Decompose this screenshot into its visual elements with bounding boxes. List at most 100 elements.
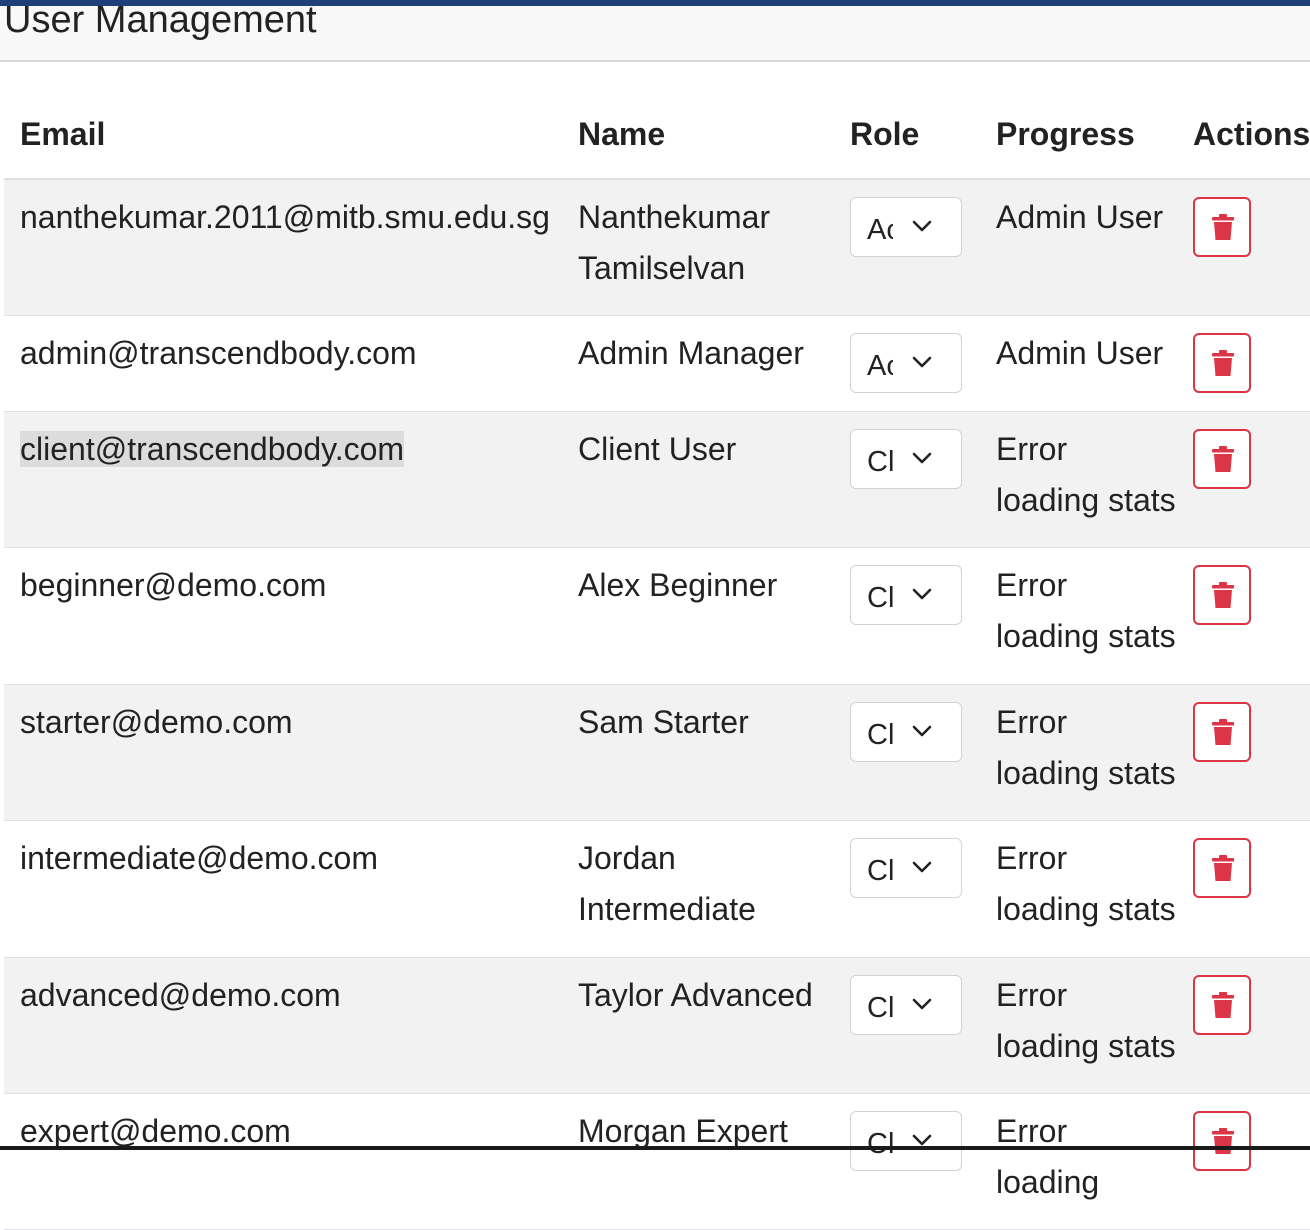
user-name: Client User [578, 430, 737, 467]
user-role-cell: Cl [834, 547, 980, 685]
user-name: Admin Manager [578, 334, 804, 371]
role-select-value: Cl [867, 1127, 893, 1160]
role-select[interactable]: Cl [850, 1110, 962, 1171]
user-name: Jordan Intermediate [578, 839, 756, 927]
user-name-cell: Alex Beginner [562, 547, 834, 685]
column-header-progress: Progress [980, 90, 1177, 180]
user-role-cell: Ac [834, 315, 980, 412]
users-table: Email Name Role Progress Actions nanthek… [4, 90, 1310, 1230]
delete-user-button[interactable] [1193, 197, 1251, 257]
delete-user-button[interactable] [1193, 1110, 1251, 1171]
chevron-down-icon [912, 998, 932, 1009]
user-actions-cell [1177, 315, 1310, 412]
table-row: beginner@demo.com Alex Beginner Cl Error… [4, 547, 1310, 685]
user-progress-cell: Error loading stats [980, 411, 1177, 548]
user-actions-cell [1177, 684, 1310, 821]
chevron-down-icon [912, 452, 932, 463]
user-email-cell: beginner@demo.com [4, 547, 562, 685]
table-row: starter@demo.com Sam Starter Cl Error lo… [4, 684, 1310, 821]
role-select-value: Ac [867, 214, 893, 246]
user-progress-cell: Error loading stats [980, 820, 1177, 958]
delete-user-button[interactable] [1193, 428, 1251, 489]
table-row: nanthekumar.2011@mitb.smu.edu.sg Nanthek… [4, 179, 1310, 316]
user-name-cell: Client User [562, 411, 834, 548]
role-select[interactable]: Cl [850, 564, 962, 625]
role-select-value: Cl [867, 991, 893, 1024]
user-progress-cell: Error loading [980, 1093, 1177, 1230]
table-row: client@transcendbody.com Client User Cl … [4, 411, 1310, 548]
delete-user-button[interactable] [1193, 564, 1251, 625]
user-name: Sam Starter [578, 703, 749, 740]
user-name-cell: Sam Starter [562, 684, 834, 821]
user-email-cell: expert@demo.com [4, 1093, 562, 1230]
user-actions-cell [1177, 1093, 1310, 1230]
role-select[interactable]: Ac [850, 332, 962, 393]
user-role-cell: Cl [834, 820, 980, 958]
trash-icon [1212, 349, 1234, 376]
user-email[interactable]: advanced@demo.com [20, 970, 562, 1021]
column-header-actions: Actions [1177, 90, 1310, 180]
user-email[interactable]: starter@demo.com [20, 697, 562, 748]
user-name-cell: Morgan Expert [562, 1093, 834, 1230]
table-row: expert@demo.com Morgan Expert Cl Error l… [4, 1093, 1310, 1230]
user-progress-cell: Error loading stats [980, 957, 1177, 1094]
chevron-down-icon [912, 725, 932, 736]
user-progress: Error loading stats [996, 430, 1176, 518]
chevron-down-icon [912, 356, 932, 367]
role-select[interactable]: Cl [850, 701, 962, 762]
user-email[interactable]: nanthekumar.2011@mitb.smu.edu.sg [20, 192, 562, 243]
page-header: User Management [0, 0, 1310, 62]
role-select-value: Cl [867, 718, 893, 751]
user-role-cell: Cl [834, 957, 980, 1094]
bottom-edge-rule [0, 1146, 1310, 1150]
user-name: Alex Beginner [578, 566, 778, 603]
table-row: advanced@demo.com Taylor Advanced Cl Err… [4, 957, 1310, 1094]
user-progress-cell: Error loading stats [980, 547, 1177, 685]
role-select[interactable]: Cl [850, 428, 962, 489]
role-select-value: Cl [867, 854, 893, 887]
table-row: admin@transcendbody.com Admin Manager Ac… [4, 315, 1310, 412]
user-progress: Admin User [996, 334, 1164, 371]
chevron-down-icon [912, 220, 932, 232]
user-progress: Error loading stats [996, 976, 1176, 1064]
user-progress-cell: Error loading stats [980, 684, 1177, 821]
role-select-value: Ac [867, 349, 893, 382]
user-email-cell: admin@transcendbody.com [4, 315, 562, 412]
user-actions-cell [1177, 820, 1310, 958]
user-email[interactable]: client@transcendbody.com [20, 430, 405, 467]
page-title: User Management [4, 0, 317, 41]
user-name: Nanthekumar Tamilselvan [578, 199, 771, 286]
column-header-name: Name [562, 90, 834, 180]
user-email-cell: advanced@demo.com [4, 957, 562, 1094]
role-select[interactable]: Cl [850, 974, 962, 1035]
user-actions-cell [1177, 957, 1310, 1094]
table-header-row: Email Name Role Progress Actions [4, 90, 1310, 180]
role-select[interactable]: Ac [850, 197, 962, 257]
user-email-cell: starter@demo.com [4, 684, 562, 821]
user-progress: Error loading stats [996, 839, 1176, 927]
user-progress: Error loading stats [996, 703, 1176, 791]
user-email[interactable]: intermediate@demo.com [20, 833, 562, 884]
user-role-cell: Cl [834, 411, 980, 548]
user-email-selected[interactable]: client@transcendbody.com [20, 424, 562, 475]
user-progress-cell: Admin User [980, 179, 1177, 316]
user-email-cell: nanthekumar.2011@mitb.smu.edu.sg [4, 179, 562, 316]
delete-user-button[interactable] [1193, 837, 1251, 898]
user-email[interactable]: admin@transcendbody.com [20, 328, 562, 379]
user-actions-cell [1177, 547, 1310, 685]
table-row: intermediate@demo.com Jordan Intermediat… [4, 820, 1310, 958]
user-role-cell: Cl [834, 1093, 980, 1230]
delete-user-button[interactable] [1193, 974, 1251, 1035]
user-name-cell: Taylor Advanced [562, 957, 834, 1094]
user-name-cell: Admin Manager [562, 315, 834, 412]
trash-icon [1212, 445, 1234, 472]
trash-icon [1212, 718, 1234, 745]
column-header-email: Email [4, 90, 562, 180]
user-email[interactable]: beginner@demo.com [20, 560, 562, 611]
role-select[interactable]: Cl [850, 837, 962, 898]
trash-icon [1212, 214, 1234, 240]
column-header-role: Role [834, 90, 980, 180]
user-name: Taylor Advanced [578, 976, 813, 1013]
delete-user-button[interactable] [1193, 701, 1251, 762]
delete-user-button[interactable] [1193, 332, 1251, 393]
